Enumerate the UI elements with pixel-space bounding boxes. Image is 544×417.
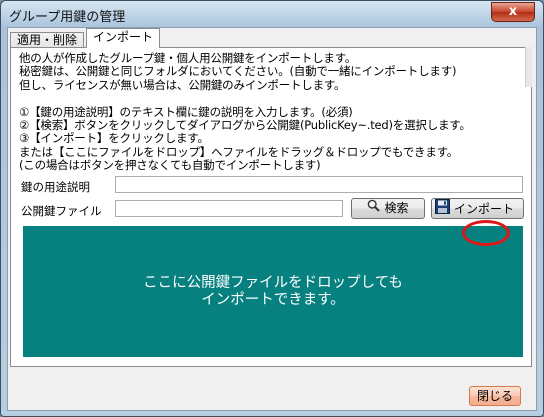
instruction-line: ②【検索】ボタンをクリックしてダイアログから公開鍵(PublicKey~.ted… (19, 118, 471, 133)
dialog-client-area: 適用・削除 インポート 他の人が作成したグループ鍵・個人用公開鍵をインポートしま… (7, 27, 537, 411)
import-tab-panel: 他の人が作成したグループ鍵・個人用公開鍵をインポートします。 秘密鍵は、公開鍵と同… (10, 47, 532, 367)
dialog-window: グループ用鍵の管理 x 適用・削除 インポート 他の人が作成したグループ鍵・個人… (0, 0, 544, 417)
instruction-line: (この場合はボタンを押さなくても自動でインポートします) (19, 158, 321, 173)
import-button[interactable]: インポート (431, 198, 524, 219)
instruction-line: または【ここにファイルをドロップ】へファイルをドラッグ＆ドロップでもできます。 (19, 144, 459, 159)
floppy-disk-icon (435, 199, 450, 220)
import-button-label: インポート (454, 202, 515, 216)
pubkey-file-input[interactable] (115, 200, 343, 217)
window-title: グループ用鍵の管理 (9, 10, 126, 25)
tab-apply-delete[interactable]: 適用・削除 (10, 32, 85, 48)
purpose-label: 鍵の用途説明 (21, 180, 90, 194)
instruction-line: 秘密鍵は、公開鍵と同じフォルダにおいてください。(自動で一緒にインポートします) (19, 64, 457, 79)
instruction-line (19, 92, 527, 105)
file-drop-zone[interactable]: ここに公開鍵ファイルをドロップしても インポートできます。 (23, 226, 523, 357)
drop-zone-text-line1: ここに公開鍵ファイルをドロップしても (143, 274, 403, 291)
instruction-line: 他の人が作成したグループ鍵・個人用公開鍵をインポートします。 (19, 51, 357, 65)
tab-import[interactable]: インポート (86, 28, 161, 48)
search-button[interactable]: 検索 (351, 198, 425, 219)
close-dialog-button[interactable]: 閉じる (469, 386, 521, 406)
close-icon: x (508, 4, 518, 19)
instruction-line: ①【鍵の用途説明】のテキスト欄に鍵の説明を入力します。(必須) (19, 104, 353, 119)
search-icon (367, 199, 381, 218)
search-button-label: 検索 (384, 201, 409, 215)
window-close-button[interactable]: x (491, 2, 535, 22)
instructions-text: 他の人が作成したグループ鍵・個人用公開鍵をインポートします。 秘密鍵は、公開鍵と同… (19, 51, 527, 173)
pubkey-label: 公開鍵ファイル (21, 204, 102, 218)
instruction-line: 但し、ライセンスが無い場合は、公開鍵のみインポートします。 (19, 77, 346, 92)
drop-zone-text-line2: インポートできます。 (201, 291, 345, 308)
purpose-input[interactable] (115, 176, 523, 193)
title-bar[interactable]: グループ用鍵の管理 x (1, 1, 543, 27)
instruction-line: ③【インポート】をクリックします。 (19, 131, 209, 146)
